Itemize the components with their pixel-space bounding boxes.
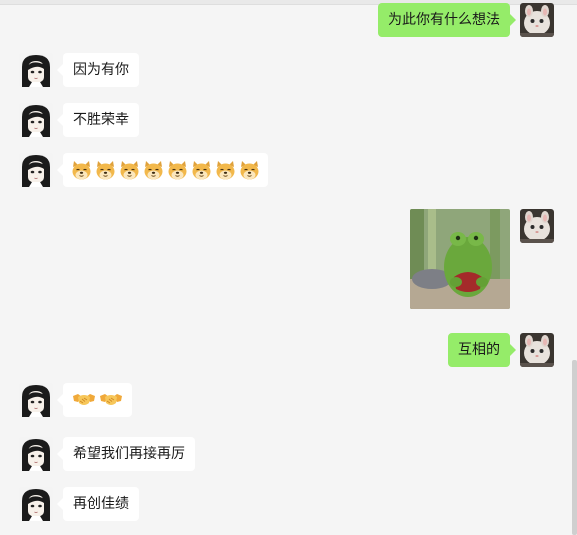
message-text: 为此你有什么想法 [388,12,500,28]
avatar-self[interactable] [520,333,554,367]
message-bubble-incoming[interactable]: 希望我们再接再厉 [57,437,195,471]
message-text: 不胜荣幸 [73,112,129,128]
doge-face-icon [72,160,91,179]
avatar-contact[interactable] [19,153,53,187]
avatar-self[interactable] [520,3,554,37]
sticker-image[interactable] [410,209,510,309]
message-bubble-outgoing[interactable]: 为此你有什么想法 [378,3,516,37]
doge-face-icon [168,160,187,179]
avatar-contact[interactable] [19,103,53,137]
message-bubble-outgoing[interactable]: 互相的 [448,333,516,367]
handshake-icon [100,394,122,405]
avatar-contact[interactable] [19,383,53,417]
message-bubble-incoming[interactable]: 因为有你 [57,53,139,87]
doge-face-icon [240,160,259,179]
doge-face-icon [216,160,235,179]
message-bubble-incoming[interactable]: 不胜荣幸 [57,103,139,137]
emoji-strip [71,153,260,187]
avatar-contact[interactable] [19,53,53,87]
scrollbar[interactable] [572,360,577,535]
message-text: 因为有你 [73,62,129,78]
message-bubble-incoming[interactable] [57,383,132,417]
avatar-contact[interactable] [19,487,53,521]
avatar-contact[interactable] [19,437,53,471]
message-bubble-incoming[interactable] [57,153,268,187]
doge-face-icon [144,160,163,179]
avatar-self[interactable] [520,209,554,243]
message-text: 互相的 [458,342,500,358]
handshake-icon [73,394,95,405]
doge-face-icon [192,160,211,179]
message-text: 希望我们再接再厉 [73,446,185,462]
doge-face-icon [96,160,115,179]
message-bubble-incoming[interactable]: 再创佳绩 [57,487,139,521]
message-text: 再创佳绩 [73,496,129,512]
doge-face-icon [120,160,139,179]
emoji-strip [72,383,123,417]
